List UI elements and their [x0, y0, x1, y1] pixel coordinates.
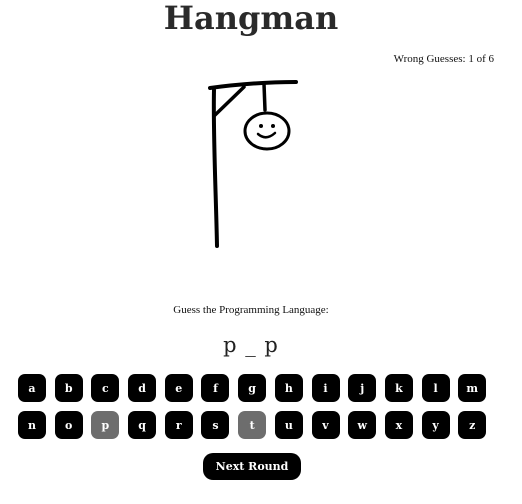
- keyboard-row-1: a b c d e f g h i j k l m: [18, 374, 488, 402]
- wrong-guesses-counter: Wrong Guesses: 1 of 6: [393, 53, 494, 65]
- key-z[interactable]: z: [458, 411, 487, 439]
- key-n[interactable]: n: [18, 411, 46, 439]
- key-l[interactable]: l: [421, 374, 450, 402]
- hangman-eye-left: [259, 124, 263, 128]
- next-round-button[interactable]: Next Round: [203, 453, 301, 480]
- hangman-mouth: [256, 131, 277, 139]
- key-r[interactable]: r: [164, 411, 193, 439]
- gallows-rope: [262, 82, 267, 112]
- key-a[interactable]: a: [18, 374, 46, 402]
- key-y[interactable]: y: [421, 411, 450, 439]
- key-x[interactable]: x: [384, 411, 413, 439]
- key-s[interactable]: s: [201, 411, 230, 439]
- word-display: p _ p: [223, 333, 279, 357]
- key-b[interactable]: b: [54, 374, 83, 402]
- key-w[interactable]: w: [348, 411, 377, 439]
- key-v[interactable]: v: [311, 411, 340, 439]
- key-e[interactable]: e: [164, 374, 193, 402]
- key-h[interactable]: h: [274, 374, 303, 402]
- key-t[interactable]: t: [238, 411, 267, 439]
- game-title: Hangman: [163, 0, 339, 37]
- keyboard-row-2: n o p q r s t u v w x y z: [18, 411, 488, 439]
- key-c[interactable]: c: [91, 374, 120, 402]
- gallows-beam: [208, 80, 298, 90]
- key-m[interactable]: m: [458, 374, 487, 402]
- key-j[interactable]: j: [348, 374, 377, 402]
- key-i[interactable]: i: [311, 374, 340, 402]
- key-o[interactable]: o: [54, 411, 83, 439]
- key-k[interactable]: k: [384, 374, 413, 402]
- letter-keyboard: a b c d e f g h i j k l m n o p q r s t …: [18, 374, 488, 448]
- key-u[interactable]: u: [274, 411, 303, 439]
- hangman-drawing: [208, 80, 298, 248]
- key-f[interactable]: f: [201, 374, 230, 402]
- key-q[interactable]: q: [128, 411, 157, 439]
- gallows-brace: [212, 85, 246, 118]
- key-g[interactable]: g: [238, 374, 267, 402]
- word-prompt: Guess the Programming Language:: [173, 304, 329, 316]
- hangman-eye-right: [271, 124, 275, 128]
- hangman-head: [243, 111, 291, 151]
- key-d[interactable]: d: [128, 374, 157, 402]
- key-p[interactable]: p: [91, 411, 120, 439]
